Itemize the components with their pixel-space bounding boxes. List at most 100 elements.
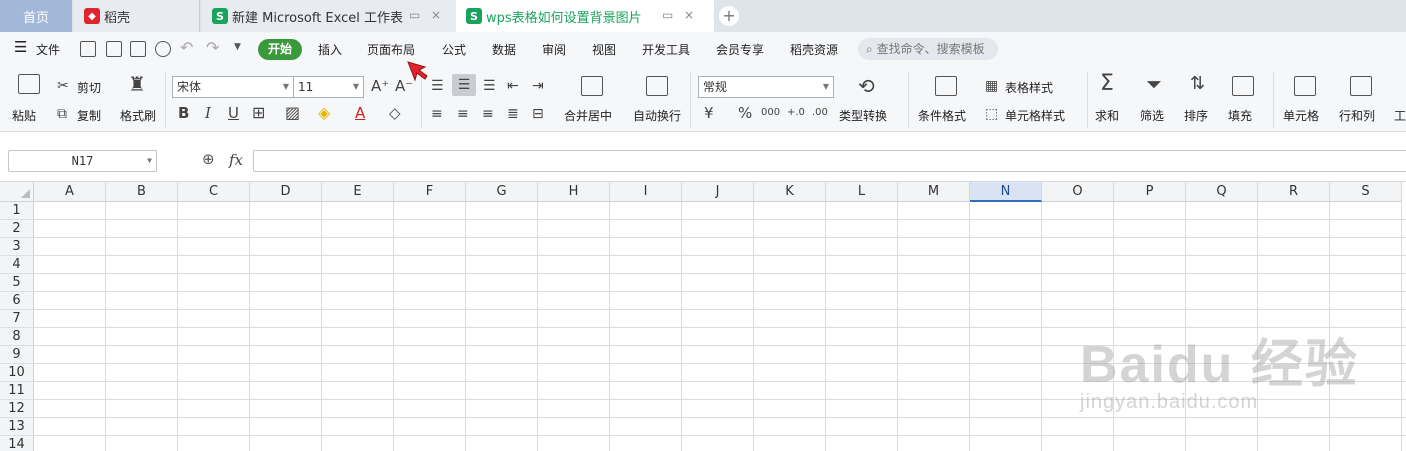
increase-font-icon[interactable]: A⁺: [371, 78, 389, 94]
percent-button[interactable]: %: [738, 105, 752, 121]
row-header-11[interactable]: 11: [0, 382, 34, 400]
row-header-6[interactable]: 6: [0, 292, 34, 310]
justify-icon[interactable]: ≣: [507, 106, 519, 122]
cells-button[interactable]: 单元格: [1283, 107, 1319, 124]
fill-icon[interactable]: [1232, 76, 1254, 96]
conditional-format-icon[interactable]: [935, 76, 957, 96]
row-header-2[interactable]: 2: [0, 220, 34, 238]
row-header-9[interactable]: 9: [0, 346, 34, 364]
row-header-3[interactable]: 3: [0, 238, 34, 256]
column-header-l[interactable]: L: [826, 182, 898, 202]
tab-daoke[interactable]: ◆ 稻壳: [74, 0, 200, 32]
table-style-button[interactable]: 表格样式: [1005, 79, 1053, 96]
type-convert-button[interactable]: 类型转换: [839, 107, 887, 124]
hamburger-menu-icon[interactable]: ☰: [14, 38, 27, 56]
save-icon[interactable]: [80, 41, 96, 57]
cell-area[interactable]: [34, 202, 1406, 451]
column-header-p[interactable]: P: [1114, 182, 1186, 202]
column-header-s[interactable]: S: [1330, 182, 1402, 202]
increase-decimal-button[interactable]: +.0: [787, 105, 805, 121]
column-header-b[interactable]: B: [106, 182, 178, 202]
fill-button[interactable]: 填充: [1228, 107, 1252, 124]
undo-icon[interactable]: ↶: [180, 38, 193, 57]
row-header-13[interactable]: 13: [0, 418, 34, 436]
row-header-14[interactable]: 14: [0, 436, 34, 451]
font-color-icon[interactable]: A: [355, 105, 365, 121]
fill-color-icon[interactable]: ◈: [318, 105, 330, 121]
bold-button[interactable]: B: [178, 105, 189, 121]
insert-function-button[interactable]: fx: [229, 151, 243, 169]
align-top-icon[interactable]: ☰: [431, 78, 444, 94]
zoom-icon[interactable]: ⊕: [202, 150, 215, 168]
menu-tab-data[interactable]: 数据: [492, 41, 516, 58]
font-name-combo[interactable]: 宋体 ▼: [172, 76, 294, 98]
export-pdf-icon[interactable]: [106, 41, 122, 57]
name-box[interactable]: N17 ▼: [8, 150, 157, 172]
command-search-box[interactable]: ⌕ 查找命令、搜索模板: [858, 38, 998, 60]
sum-button[interactable]: 求和: [1095, 107, 1119, 124]
column-header-h[interactable]: H: [538, 182, 610, 202]
underline-button[interactable]: U: [228, 105, 239, 121]
menu-tab-home[interactable]: 开始: [258, 39, 302, 60]
column-header-r[interactable]: R: [1258, 182, 1330, 202]
menu-tab-view[interactable]: 视图: [592, 41, 616, 58]
table-style-icon[interactable]: ▦: [985, 78, 998, 94]
paste-icon[interactable]: [18, 74, 40, 94]
worksheet-button[interactable]: 工: [1394, 107, 1406, 124]
row-header-4[interactable]: 4: [0, 256, 34, 274]
align-left-icon[interactable]: ≡: [431, 106, 443, 122]
cut-icon[interactable]: ✂: [57, 78, 69, 94]
cell-style-icon[interactable]: ⬚: [985, 106, 998, 122]
menu-tab-member[interactable]: 会员专享: [716, 41, 764, 58]
align-center-icon[interactable]: ≡: [457, 106, 469, 122]
font-size-combo[interactable]: 11 ▼: [293, 76, 364, 98]
column-header-a[interactable]: A: [34, 182, 106, 202]
column-header-c[interactable]: C: [178, 182, 250, 202]
rows-cols-button[interactable]: 行和列: [1339, 107, 1375, 124]
number-format-combo[interactable]: 常规 ▼: [698, 76, 834, 98]
copy-icon[interactable]: ⧉: [57, 106, 67, 122]
row-header-10[interactable]: 10: [0, 364, 34, 382]
column-header-e[interactable]: E: [322, 182, 394, 202]
column-header-q[interactable]: Q: [1186, 182, 1258, 202]
wrap-text-icon[interactable]: [646, 76, 668, 96]
copy-button[interactable]: 复制: [77, 107, 101, 124]
clear-format-icon[interactable]: ◇: [389, 105, 401, 121]
currency-button[interactable]: ¥: [704, 105, 714, 121]
menu-tab-developer[interactable]: 开发工具: [642, 41, 690, 58]
align-right-icon[interactable]: ≡: [482, 106, 494, 122]
tab-close-icon[interactable]: ×: [684, 8, 694, 22]
format-painter-icon[interactable]: ♜: [128, 74, 146, 94]
tab-close-icon[interactable]: ×: [431, 8, 441, 22]
column-header-m[interactable]: M: [898, 182, 970, 202]
quick-access-dropdown-icon[interactable]: ▼: [234, 42, 241, 52]
rows-cols-icon[interactable]: [1350, 76, 1372, 96]
row-header-1[interactable]: 1: [0, 202, 34, 220]
cell-fill-style-icon[interactable]: ▨: [285, 105, 300, 121]
menu-tab-review[interactable]: 审阅: [542, 41, 566, 58]
sort-button[interactable]: 排序: [1184, 107, 1208, 124]
align-middle-icon[interactable]: ☰: [452, 74, 476, 96]
select-all-corner[interactable]: [0, 182, 34, 202]
sort-icon[interactable]: ⇅: [1190, 75, 1205, 93]
tab-float-icon[interactable]: ▭: [662, 8, 673, 22]
formula-input[interactable]: [253, 150, 1406, 172]
row-header-8[interactable]: 8: [0, 328, 34, 346]
column-header-o[interactable]: O: [1042, 182, 1114, 202]
column-header-i[interactable]: I: [610, 182, 682, 202]
merge-center-icon[interactable]: [581, 76, 603, 96]
decrease-indent-icon[interactable]: ⇤: [507, 78, 519, 94]
sum-icon[interactable]: Σ: [1100, 73, 1114, 95]
paste-button[interactable]: 粘贴: [12, 107, 36, 124]
wrap-text-button[interactable]: 自动换行: [633, 107, 681, 124]
cell-style-button[interactable]: 单元格样式: [1005, 107, 1065, 124]
italic-button[interactable]: I: [205, 105, 211, 121]
borders-icon[interactable]: ⊞: [252, 105, 265, 121]
redo-icon[interactable]: ↷: [206, 38, 219, 57]
row-header-7[interactable]: 7: [0, 310, 34, 328]
column-header-n[interactable]: N: [970, 182, 1042, 202]
filter-button[interactable]: 筛选: [1140, 107, 1164, 124]
cells-icon[interactable]: [1294, 76, 1316, 96]
print-icon[interactable]: [130, 41, 146, 57]
merge-center-button[interactable]: 合并居中: [564, 107, 612, 124]
